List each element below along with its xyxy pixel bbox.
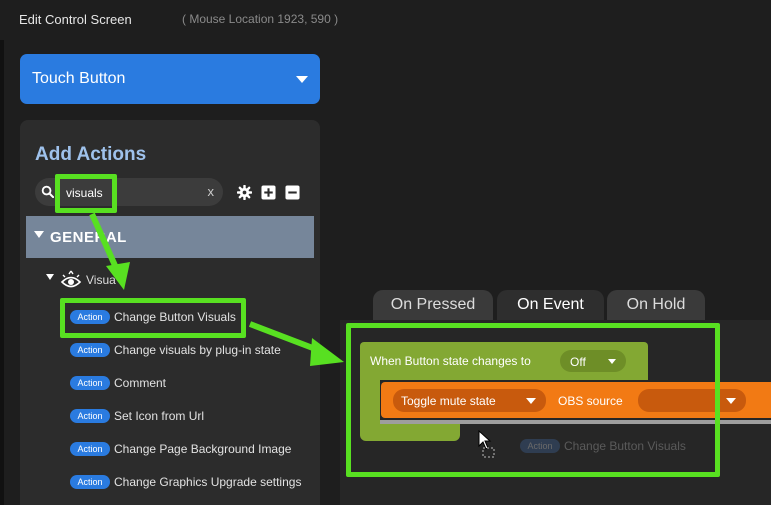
action-badge: Action (70, 409, 110, 423)
subcategory-label: Visua (86, 273, 116, 287)
category-label: GENERAL (50, 229, 127, 246)
category-general[interactable]: GENERAL (26, 216, 314, 258)
action-item-label: Change Graphics Upgrade settings (114, 475, 302, 489)
action-badge: Action (70, 376, 110, 390)
caret-down-icon (34, 231, 44, 238)
window-title: Edit Control Screen (19, 12, 132, 27)
chevron-down-icon (296, 76, 308, 83)
action-item-label: Comment (114, 376, 167, 390)
highlight-search-box (55, 174, 117, 213)
left-edge-strip (0, 40, 4, 505)
search-icon (41, 185, 54, 198)
add-actions-heading: Add Actions (35, 144, 147, 165)
action-badge: Action (70, 343, 110, 357)
remove-icon[interactable] (285, 185, 300, 200)
mouse-location-readout: ( Mouse Location 1923, 590 ) (182, 12, 339, 26)
action-item-label: Change visuals by plug-in state (114, 343, 281, 357)
title-bar: Edit Control Screen ( Mouse Location 192… (0, 0, 771, 40)
action-item-label: Change Page Background Image (114, 442, 292, 456)
add-icon[interactable] (261, 185, 276, 200)
clear-search-button[interactable]: x (208, 184, 215, 199)
control-type-label: Touch Button (32, 70, 126, 87)
highlight-action-item (60, 298, 246, 338)
action-badge: Action (70, 442, 110, 456)
action-badge: Action (70, 475, 110, 489)
action-item-label: Set Icon from Url (114, 409, 205, 423)
highlight-drop-area (346, 323, 720, 477)
chevron-down-icon (726, 398, 736, 404)
control-type-dropdown[interactable]: Touch Button (20, 54, 320, 104)
gear-icon[interactable] (237, 185, 252, 200)
eye-icon (60, 270, 82, 288)
caret-down-icon (46, 274, 54, 280)
